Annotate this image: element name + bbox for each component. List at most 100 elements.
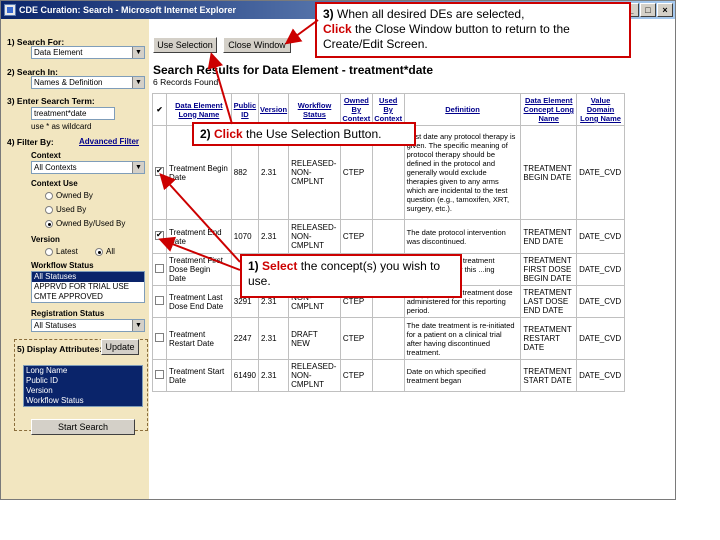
records-count: 6 Records Found [153, 77, 219, 87]
col-workflow-status[interactable]: Workflow Status [288, 93, 341, 126]
cell-status: DRAFT NEW [288, 317, 341, 360]
list-item[interactable]: Version [24, 386, 142, 396]
cell-definition: The date protocol intervention was disco… [403, 219, 522, 254]
row-checkbox[interactable] [155, 166, 164, 176]
radio-owned-used-by[interactable]: Owned By/Used By [45, 219, 125, 228]
cell-concept: TREATMENT LAST DOSE END DATE [520, 285, 578, 318]
list-item[interactable]: APPRVD FOR TRIAL USE [32, 282, 144, 292]
row-checkbox[interactable] [155, 370, 164, 379]
callout-step-2: 2) Click the Use Selection Button. [192, 122, 416, 146]
col-owned-by[interactable]: Owned By Context [339, 93, 373, 126]
radio-latest[interactable]: Latest [45, 247, 78, 256]
callout-number: 2) [200, 127, 211, 141]
registration-label: Registration Status [31, 309, 105, 318]
row-checkbox[interactable] [155, 333, 164, 342]
col-used-by[interactable]: Used By Context [371, 93, 405, 126]
search-panel: 1) Search For: Data Element ▼ 2) Search I… [1, 19, 149, 499]
display-attributes-label: 5) Display Attributes: [17, 344, 103, 354]
callout-text: the Close Window button to return to the… [323, 22, 570, 51]
cell-id: 61490 [230, 359, 260, 392]
cell-name: Treatment Start Date [166, 359, 232, 392]
context-label: Context [31, 151, 61, 160]
row-checkbox[interactable] [155, 296, 164, 305]
cell-concept: TREATMENT BEGIN DATE [520, 125, 578, 220]
callout-text: When all desired DEs are selected, [333, 7, 525, 21]
radio-used-by[interactable]: Used By [45, 205, 86, 214]
row-checkbox[interactable] [155, 264, 164, 273]
row-checkbox[interactable] [155, 230, 164, 240]
row-select-cell [152, 285, 167, 318]
callout-step-3: 3) When all desired DEs are selected, Cl… [315, 2, 631, 58]
cell-concept: TREATMENT RESTART DATE [520, 317, 578, 360]
cell-vd: DATE_CVD [576, 253, 625, 286]
advanced-filter-link[interactable]: Advanced Filter [79, 137, 139, 146]
col-public-id[interactable]: Public ID [230, 93, 260, 126]
radio-label: Latest [56, 247, 78, 256]
search-term-input[interactable]: treatment*date [31, 107, 115, 120]
cell-vd: DATE_CVD [576, 125, 625, 220]
window-title: CDE Curation: Search - Microsoft Interne… [19, 5, 237, 15]
start-search-button[interactable]: Start Search [31, 419, 135, 435]
table-row[interactable]: Treatment Start Date 61490 2.31 RELEASED-NO… [152, 359, 625, 392]
chevron-down-icon: ▼ [132, 320, 144, 331]
cell-id: 2247 [230, 317, 260, 360]
cell-used [371, 359, 405, 392]
update-button[interactable]: Update [101, 339, 139, 355]
row-select-cell [152, 219, 167, 254]
search-term-label: 3) Enter Search Term: [7, 96, 95, 106]
radio-label: All [106, 247, 115, 256]
callout-number: 3) [323, 7, 334, 21]
context-value: All Contexts [34, 163, 77, 172]
cell-id: 1070 [230, 219, 260, 254]
chevron-down-icon: ▼ [132, 77, 144, 88]
cell-definition: First date any protocol therapy is given… [403, 125, 522, 220]
use-selection-button[interactable]: Use Selection [153, 37, 217, 53]
version-label: Version [31, 235, 60, 244]
row-select-cell [152, 317, 167, 360]
cell-concept: TREATMENT END DATE [520, 219, 578, 254]
cell-version: 2.31 [257, 359, 290, 392]
attributes-listbox[interactable]: Long Name Public ID Version Workflow Sta… [23, 365, 143, 407]
list-item[interactable]: Long Name [24, 366, 142, 376]
col-version[interactable]: Version [257, 93, 290, 126]
context-use-label: Context Use [31, 179, 78, 188]
cell-vd: DATE_CVD [576, 359, 625, 392]
cell-status: RELEASED-NON-CMPLNT [288, 219, 341, 254]
table-row[interactable]: Treatment Restart Date 2247 2.31 DRAFT NEW C… [152, 317, 625, 360]
workflow-listbox[interactable]: All Statuses APPRVD FOR TRIAL USE CMTE A… [31, 271, 145, 303]
cell-version: 2.31 [257, 317, 290, 360]
list-item[interactable]: Workflow Status [24, 396, 142, 406]
cell-vd: DATE_CVD [576, 285, 625, 318]
callout-action: Click [323, 22, 352, 36]
cell-name: Treatment First Dose Begin Date [166, 253, 232, 286]
radio-all[interactable]: All [95, 247, 115, 256]
list-item[interactable]: CMTE APPROVED [32, 292, 144, 302]
callout-step-1: 1) Select the concept(s) you wish to use… [240, 254, 462, 298]
cell-name: Treatment Last Dose End Date [166, 285, 232, 318]
radio-owned-by[interactable]: Owned By [45, 191, 93, 200]
select-all-header[interactable]: ✔ [152, 93, 167, 126]
search-in-select[interactable]: Names & Definition ▼ [31, 76, 145, 89]
col-value-domain[interactable]: Value Domain Long Name [576, 93, 625, 126]
radio-label: Owned By [56, 191, 93, 200]
cell-owned: CTEP [339, 317, 373, 360]
maximize-button[interactable]: □ [640, 3, 656, 17]
search-for-select[interactable]: Data Element ▼ [31, 46, 145, 59]
col-long-name[interactable]: Data Element Long Name [166, 93, 232, 126]
cell-definition: The date treatment is re-initiated for a… [403, 317, 522, 360]
close-button[interactable]: × [657, 3, 673, 17]
context-select[interactable]: All Contexts ▼ [31, 161, 145, 174]
chevron-down-icon: ▼ [132, 47, 144, 58]
registration-select[interactable]: All Statuses ▼ [31, 319, 145, 332]
row-select-cell [152, 253, 167, 286]
row-select-cell [152, 359, 167, 392]
close-window-button[interactable]: Close Window [223, 37, 291, 53]
col-definition[interactable]: Definition [403, 93, 522, 126]
results-heading: Search Results for Data Element - treatm… [153, 63, 434, 77]
list-item[interactable]: All Statuses [32, 272, 144, 282]
ie-icon [4, 4, 16, 16]
col-concept[interactable]: Data Element Concept Long Name [520, 93, 578, 126]
search-for-value: Data Element [34, 48, 83, 57]
list-item[interactable]: Public ID [24, 376, 142, 386]
table-row[interactable]: Treatment End Date10702.31RELEASED-NON-C… [152, 219, 625, 254]
